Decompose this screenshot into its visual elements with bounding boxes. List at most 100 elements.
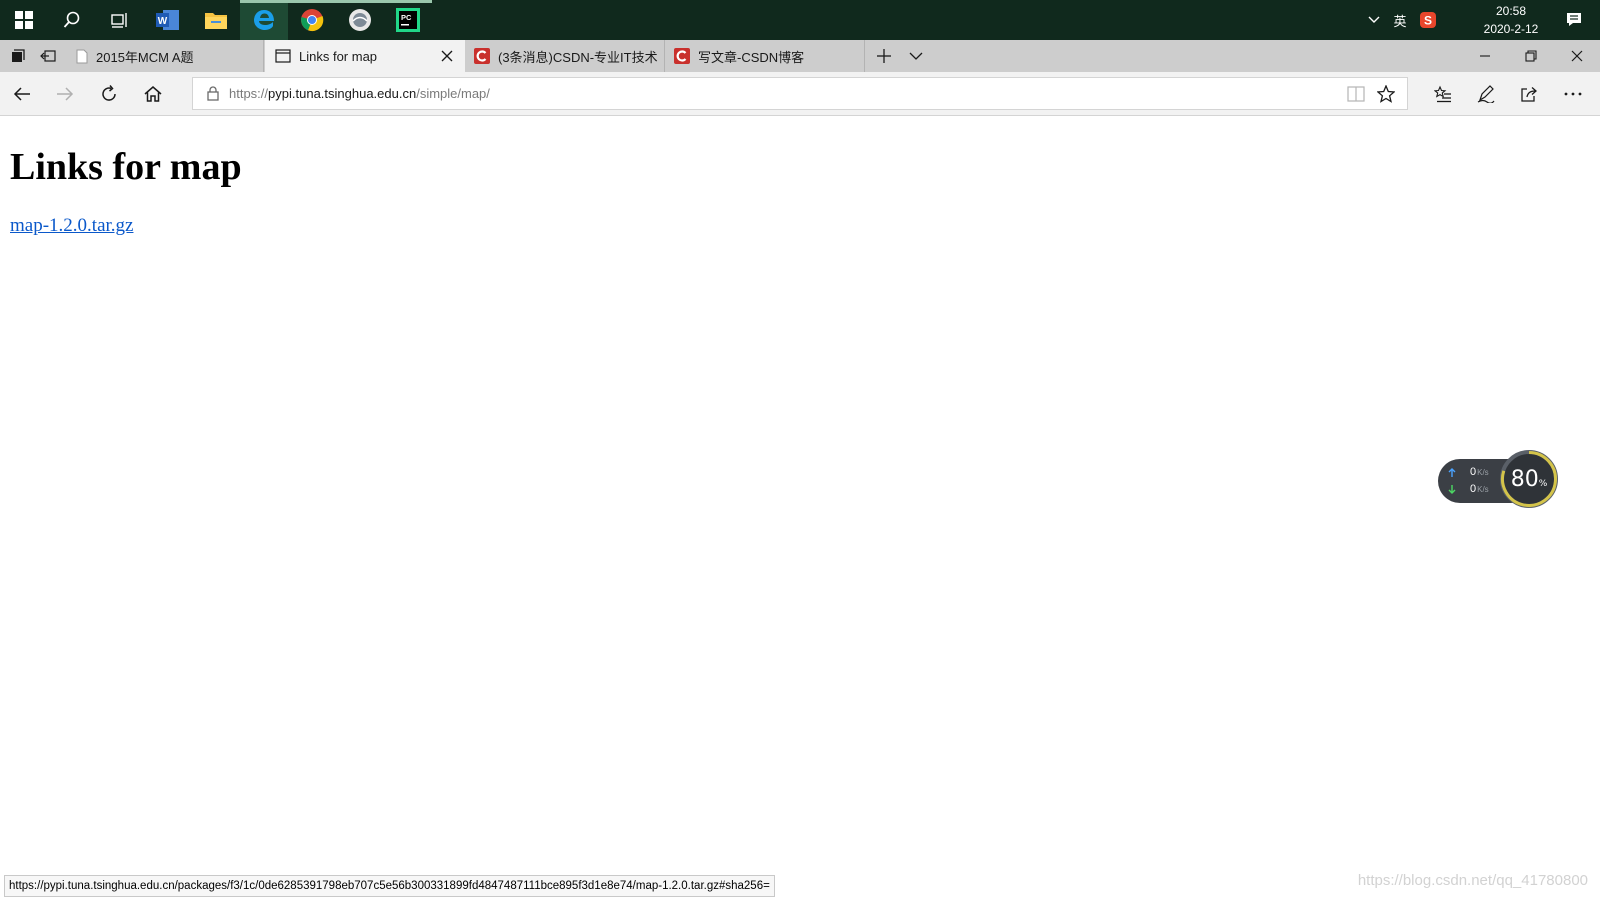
- task-view-icon: [111, 13, 127, 28]
- tab-preview-button[interactable]: [900, 40, 932, 72]
- share-button[interactable]: [1512, 78, 1546, 110]
- svg-text:S: S: [1424, 14, 1432, 28]
- close-icon: [1571, 50, 1583, 62]
- gauge-percent-value: 80: [1510, 467, 1539, 492]
- favorites-list-icon: [1434, 85, 1451, 103]
- navigation-bar: https://pypi.tuna.tsinghua.edu.cn/simple…: [0, 72, 1600, 116]
- minimize-icon: [1480, 55, 1490, 57]
- reading-view-icon[interactable]: [1347, 86, 1365, 102]
- tab-title: Links for map: [299, 48, 378, 64]
- globe-photo-icon: [349, 9, 371, 31]
- favorites-hub-button[interactable]: [1426, 78, 1460, 110]
- home-button[interactable]: [136, 78, 170, 110]
- task-view-button[interactable]: [96, 0, 144, 40]
- download-unit: K/s: [1477, 484, 1489, 494]
- file-explorer-button[interactable]: [192, 0, 240, 40]
- tabs-aside-icon: [12, 49, 25, 62]
- chevron-up-icon: [1368, 16, 1380, 23]
- edge-app-button[interactable]: [240, 0, 288, 40]
- svg-text:W: W: [158, 16, 168, 27]
- download-speed-row: 0 K/s: [1448, 483, 1489, 495]
- refresh-icon: [102, 85, 116, 101]
- url-scheme: https://: [229, 86, 269, 101]
- word-icon: W: [156, 10, 179, 30]
- upload-unit: K/s: [1477, 467, 1489, 477]
- clock-date: 2020-2-12: [1483, 22, 1539, 36]
- url-path: /simple/map/: [416, 86, 490, 101]
- package-download-link[interactable]: map-1.2.0.tar.gz: [10, 215, 133, 237]
- csdn-icon: [474, 48, 490, 64]
- tab-csdn-write[interactable]: 写文章-CSDN博客: [666, 40, 865, 72]
- csdn-icon: [674, 48, 690, 64]
- download-value: 0: [1470, 483, 1477, 495]
- status-bar-hover-url: https://pypi.tuna.tsinghua.edu.cn/packag…: [4, 875, 775, 897]
- share-icon: [1521, 87, 1537, 102]
- watermark-text: https://blog.csdn.net/qq_41780800: [1357, 872, 1588, 889]
- tab-csdn-messages[interactable]: (3条消息)CSDN-专业IT技术: [466, 40, 665, 72]
- tab-title: 写文章-CSDN博客: [698, 49, 805, 65]
- memory-usage-gauge: 80%: [1500, 450, 1558, 508]
- photo-app-button[interactable]: [336, 0, 384, 40]
- close-tab-icon[interactable]: [439, 48, 455, 64]
- forward-button[interactable]: [48, 78, 82, 110]
- address-url: https://pypi.tuna.tsinghua.edu.cn/simple…: [229, 86, 490, 101]
- address-bar[interactable]: https://pypi.tuna.tsinghua.edu.cn/simple…: [192, 77, 1408, 110]
- chrome-icon: [301, 9, 324, 32]
- page-heading: Links for map: [10, 146, 242, 188]
- new-tab-button[interactable]: [868, 40, 900, 72]
- windows-taskbar: W PC 英 S 20:58 2020-2-12: [0, 0, 1600, 40]
- restore-button[interactable]: [1508, 40, 1554, 72]
- notification-icon: [1567, 13, 1581, 26]
- minimize-button[interactable]: [1462, 40, 1508, 72]
- tabs-aside-button[interactable]: [4, 40, 32, 72]
- tab-strip: 2015年MCM A题 Links for map (3条消息)CSDN-专业I…: [0, 40, 1600, 72]
- tray-overflow-button[interactable]: [1364, 0, 1384, 40]
- page-icon: [76, 49, 88, 63]
- refresh-button[interactable]: [92, 78, 126, 110]
- word-app-button[interactable]: W: [144, 0, 192, 40]
- more-dots-icon: [1564, 92, 1582, 96]
- svg-text:PC: PC: [401, 13, 412, 22]
- tab-title: 2015年MCM A题: [96, 49, 194, 65]
- page-icon: [275, 49, 291, 63]
- url-host: pypi.tuna.tsinghua.edu.cn: [268, 86, 417, 101]
- upload-arrow-icon: [1448, 467, 1456, 477]
- tab-2015-mcm[interactable]: 2015年MCM A题: [66, 40, 264, 72]
- chevron-down-icon: [909, 52, 923, 60]
- gauge-percent: 80%: [1503, 467, 1555, 492]
- sogou-icon: S: [1420, 12, 1436, 28]
- back-arrow-icon: [13, 87, 30, 101]
- windows-logo-icon: [15, 11, 33, 29]
- ime-indicator[interactable]: 英: [1388, 0, 1412, 40]
- clock-time: 20:58: [1495, 4, 1527, 18]
- close-window-button[interactable]: [1554, 40, 1600, 72]
- web-note-button[interactable]: [1469, 78, 1503, 110]
- edge-icon: [254, 10, 274, 30]
- pycharm-icon: PC: [396, 8, 420, 32]
- tab-links-for-map[interactable]: Links for map: [265, 40, 465, 72]
- favorite-star-icon[interactable]: [1377, 85, 1395, 103]
- back-button[interactable]: [5, 78, 39, 110]
- forward-arrow-icon: [57, 87, 74, 101]
- pycharm-app-button[interactable]: PC: [384, 0, 432, 40]
- system-clock[interactable]: 20:58 2020-2-12: [1470, 2, 1552, 38]
- restore-tabs-icon: [40, 50, 56, 62]
- restore-window-icon: [1525, 50, 1537, 62]
- folder-icon: [205, 13, 227, 29]
- start-button[interactable]: [0, 0, 48, 40]
- lock-icon: [207, 86, 219, 101]
- search-button[interactable]: [48, 0, 96, 40]
- chrome-app-button[interactable]: [288, 0, 336, 40]
- pen-icon: [1477, 85, 1495, 103]
- tab-title: (3条消息)CSDN-专业IT技术: [498, 49, 658, 65]
- search-icon: [63, 11, 80, 28]
- download-arrow-icon: [1448, 484, 1456, 494]
- page-content: Links for map map-1.2.0.tar.gz: [0, 117, 1600, 900]
- more-settings-button[interactable]: [1556, 78, 1590, 110]
- home-icon: [144, 86, 162, 102]
- action-center-button[interactable]: [1554, 0, 1594, 40]
- restore-tabs-button[interactable]: [34, 40, 62, 72]
- sogou-ime-button[interactable]: S: [1416, 0, 1440, 40]
- network-monitor-widget[interactable]: 0 K/s 0 K/s 80%: [1438, 450, 1558, 508]
- plus-icon: [877, 49, 891, 63]
